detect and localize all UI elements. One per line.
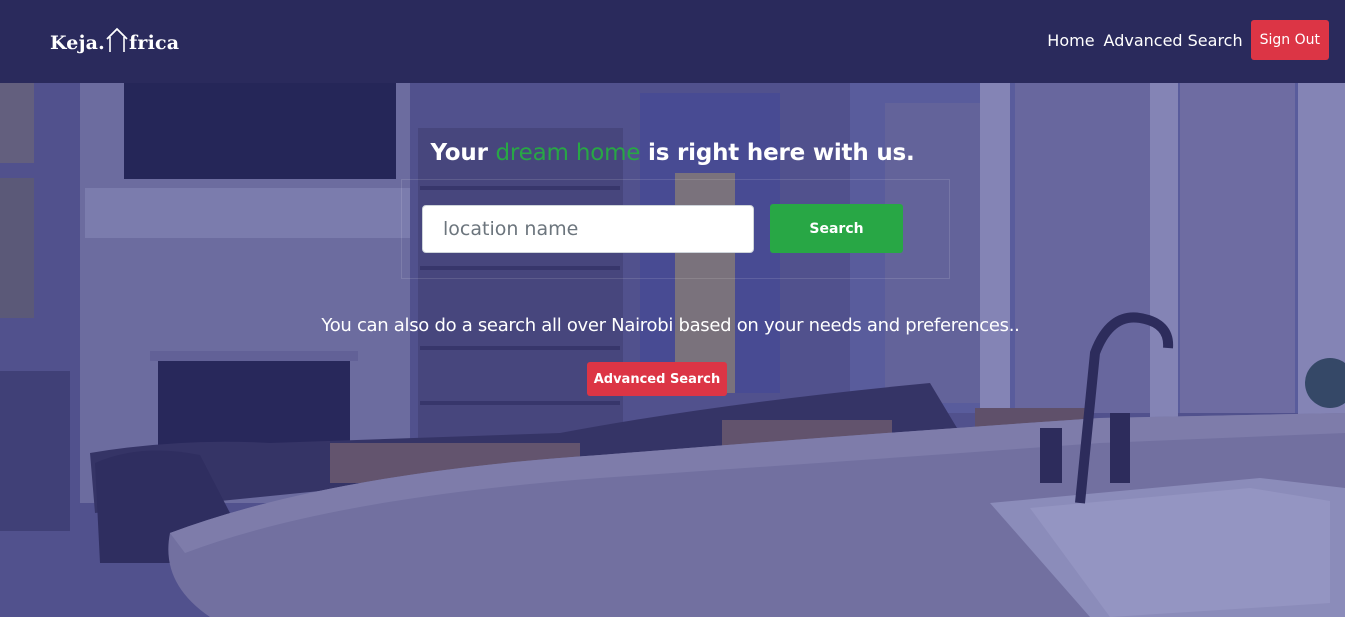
brand-logo[interactable]: Keja. frica bbox=[50, 22, 179, 58]
nav-advanced-search-link[interactable]: Advanced Search bbox=[1104, 31, 1243, 50]
headline-accent: dream home bbox=[495, 140, 641, 166]
location-search-input[interactable] bbox=[422, 205, 754, 253]
headline-end: is right here with us. bbox=[640, 140, 915, 166]
hero-section: Your dream home is right here with us. S… bbox=[0, 83, 1345, 617]
house-icon bbox=[106, 27, 128, 52]
logo-text-left: Keja. bbox=[50, 32, 105, 54]
sign-out-button[interactable]: Sign Out bbox=[1250, 20, 1329, 60]
logo-text-right: frica bbox=[129, 32, 180, 54]
advanced-search-button[interactable]: Advanced Search bbox=[587, 362, 727, 396]
headline-start: Your bbox=[430, 140, 496, 166]
hero-headline: Your dream home is right here with us. bbox=[0, 140, 1345, 166]
nav-home-link[interactable]: Home bbox=[1047, 31, 1094, 50]
navbar: Keja. frica Home Advanced Search Sign Ou… bbox=[0, 0, 1345, 83]
search-button[interactable]: Search bbox=[770, 204, 903, 253]
hero-subtext: You can also do a search all over Nairob… bbox=[321, 315, 1020, 336]
nav-links: Home Advanced Search Sign Out bbox=[1047, 20, 1329, 60]
